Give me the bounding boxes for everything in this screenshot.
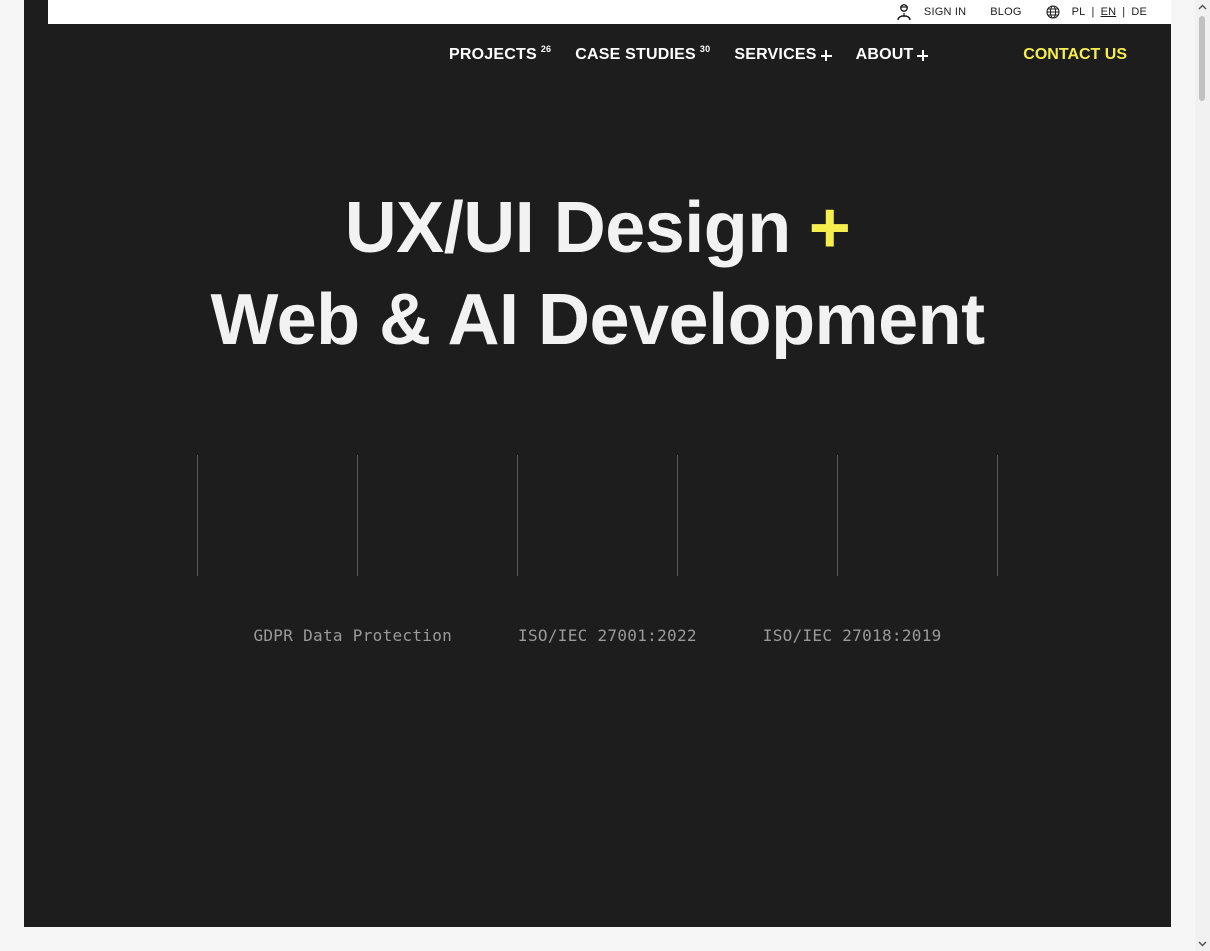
divider-line: [357, 455, 358, 576]
scroll-down-icon[interactable]: [1198, 939, 1207, 948]
nav-case-studies-label: CASE STUDIES: [575, 46, 696, 63]
nav-services-label: SERVICES: [734, 46, 817, 63]
headline-line-2: Web & AI Development: [210, 280, 985, 360]
scroll-up-icon[interactable]: [1198, 3, 1207, 12]
nav-item-projects[interactable]: PROJECTS 26: [449, 44, 552, 64]
lang-separator: |: [1091, 6, 1095, 18]
plus-icon: [820, 50, 832, 61]
nav-projects-label: PROJECTS: [449, 46, 537, 63]
nav-projects-count: 26: [540, 44, 552, 54]
divider-line: [517, 455, 518, 576]
divider-grid: [197, 455, 998, 576]
sign-in-label: SIGN IN: [923, 6, 967, 18]
utility-items: SIGN IN BLOG PL | EN | DE: [896, 0, 1147, 24]
headline-line-1: UX/UI Design +: [345, 188, 851, 268]
lang-de[interactable]: DE: [1131, 6, 1147, 18]
certifications-list: GDPR Data Protection ISO/IEC 27001:2022 …: [24, 626, 1171, 645]
cert-gdpr: GDPR Data Protection: [253, 626, 453, 645]
divider-line: [197, 455, 198, 576]
sign-in-link[interactable]: SIGN IN: [896, 3, 990, 21]
globe-icon: [1046, 5, 1060, 19]
lang-separator: |: [1122, 6, 1126, 18]
divider-line: [837, 455, 838, 576]
divider-line: [677, 455, 678, 576]
cert-iso-27001: ISO/IEC 27001:2022: [518, 626, 697, 645]
contact-us-link[interactable]: CONTACT US: [1023, 46, 1127, 64]
headline-plus: +: [808, 188, 851, 268]
page: SIGN IN BLOG PL | EN | DE PROJECTS 26 CA…: [0, 0, 1210, 951]
nav-about-label: ABOUT: [855, 46, 914, 63]
utility-bar: SIGN IN BLOG PL | EN | DE: [48, 0, 1171, 24]
lang-pl[interactable]: PL: [1072, 6, 1086, 18]
headline-line-1-text: UX/UI Design: [344, 188, 792, 268]
lang-en[interactable]: EN: [1101, 6, 1117, 18]
hero-headline: UX/UI Design + Web & AI Development: [24, 182, 1171, 366]
main-nav: PROJECTS 26 CASE STUDIES 30 SERVICES ABO…: [449, 44, 952, 64]
nav-item-about[interactable]: ABOUT: [856, 46, 929, 64]
plus-icon: [917, 50, 929, 61]
cert-iso-27018: ISO/IEC 27018:2019: [762, 626, 942, 645]
blog-link[interactable]: BLOG: [990, 6, 1021, 18]
user-icon: [897, 4, 911, 21]
nav-item-services[interactable]: SERVICES: [734, 46, 832, 64]
scrollbar[interactable]: [1195, 0, 1210, 951]
hero-section: PROJECTS 26 CASE STUDIES 30 SERVICES ABO…: [24, 24, 1171, 927]
nav-item-case-studies[interactable]: CASE STUDIES 30: [575, 44, 711, 64]
scrollbar-thumb[interactable]: [1199, 16, 1205, 101]
divider-line: [997, 455, 998, 576]
nav-case-studies-count: 30: [699, 44, 711, 54]
logo-block[interactable]: [24, 0, 48, 24]
